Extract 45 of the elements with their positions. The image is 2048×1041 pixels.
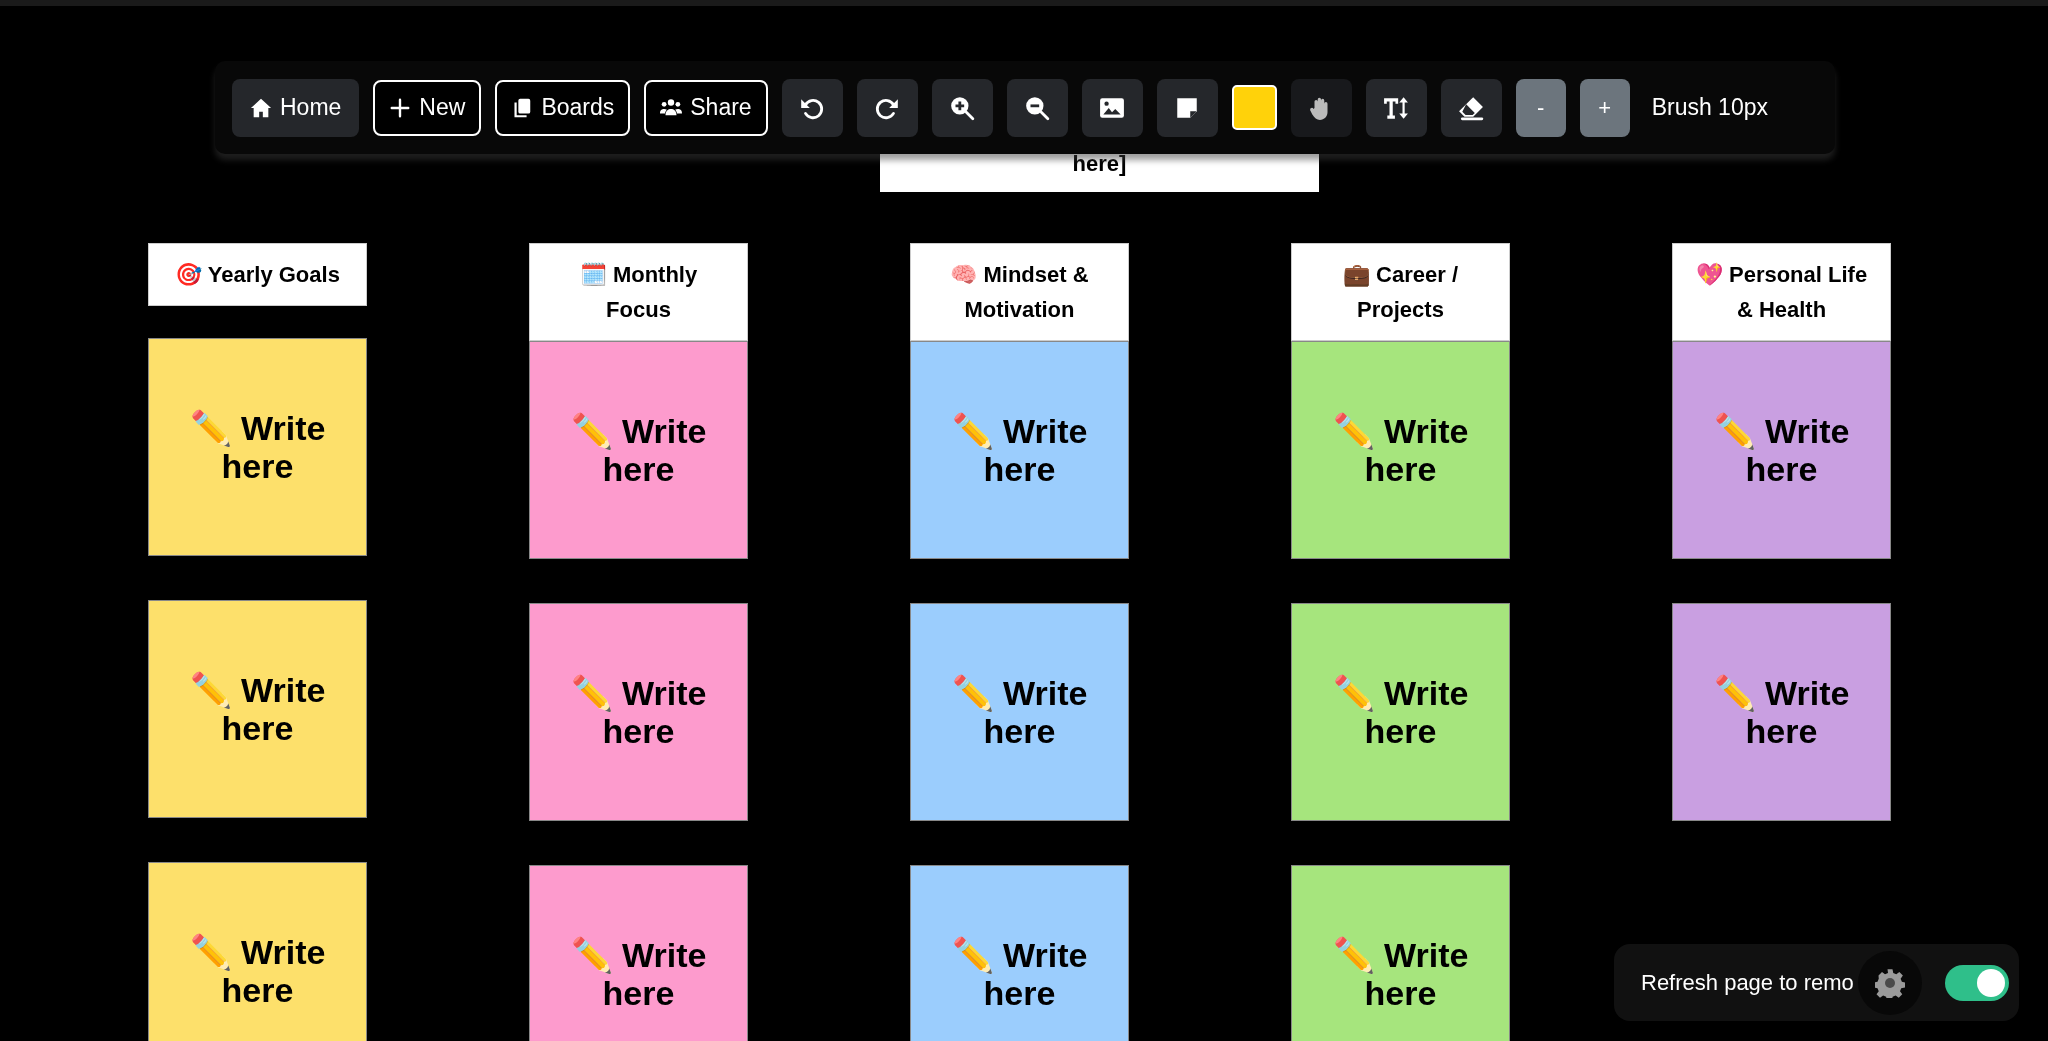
nav-button[interactable]: Boards (495, 79, 631, 136)
sticky-note[interactable]: ✏ Write here (910, 865, 1129, 1041)
sticky-note[interactable]: ✏ Write here (148, 862, 367, 1041)
sticky-note[interactable]: ✏ Write here (910, 603, 1129, 821)
redo-button[interactable] (856, 78, 918, 137)
step-button[interactable]: + (1579, 78, 1630, 137)
sticky-note[interactable]: ✏ Write here (529, 865, 748, 1041)
column-header: 🧠 Mindset & Motivation (910, 243, 1129, 341)
column-header: 🗓 Monthly Focus (529, 243, 748, 341)
text-size-button[interactable] (1365, 78, 1427, 137)
plus-icon (389, 96, 412, 119)
zoom-in-icon (949, 94, 976, 121)
column-header: 💖 Personal Life & Health (1672, 243, 1891, 341)
eraser-icon (1458, 94, 1485, 121)
sticky-note[interactable]: ✏ Write here (529, 341, 748, 559)
sticky-note[interactable]: ✏ Write here (1291, 865, 1510, 1041)
sticky-note[interactable]: ✏ Write here (148, 600, 367, 818)
home-icon (250, 96, 272, 119)
undo-button[interactable] (781, 78, 843, 137)
ad-text: Refresh page to remo (1641, 969, 1854, 996)
nav-button[interactable]: Share (644, 79, 768, 136)
nav-button[interactable]: Home (232, 78, 360, 137)
sticky-note[interactable]: ✏ Write here (1291, 341, 1510, 559)
image-button[interactable] (1081, 78, 1143, 137)
sticky-note-button[interactable] (1156, 78, 1218, 137)
settings-icon (1874, 967, 1905, 998)
sticky-note[interactable]: ✏ Write here (529, 603, 748, 821)
sticky-note[interactable]: ✏ Write here (148, 338, 367, 556)
nav-button[interactable]: New (373, 79, 482, 136)
sticky-note[interactable]: ✏ Write here (1291, 603, 1510, 821)
toggle-switch[interactable] (1945, 964, 2009, 1001)
step-button[interactable]: - (1515, 78, 1566, 137)
sticky-note[interactable]: ✏ Write here (1672, 603, 1891, 821)
zoom-out-icon (1024, 94, 1051, 121)
hand-tool-button[interactable] (1290, 78, 1352, 137)
zoom-in-button[interactable] (931, 78, 993, 137)
zoom-out-button[interactable] (1006, 78, 1068, 137)
sticky-note[interactable]: ✏ Write here (910, 341, 1129, 559)
sticky-note[interactable]: ✏ Write here (1672, 341, 1891, 559)
eraser-button[interactable] (1440, 78, 1502, 137)
column-header: 💼 Career / Projects (1291, 243, 1510, 341)
text-height-icon (1383, 94, 1410, 121)
brush-size-label: Brush 10px (1651, 94, 1768, 121)
color-swatch[interactable] (1231, 85, 1277, 130)
column-header: 🎯 Yearly Goals (148, 243, 367, 306)
